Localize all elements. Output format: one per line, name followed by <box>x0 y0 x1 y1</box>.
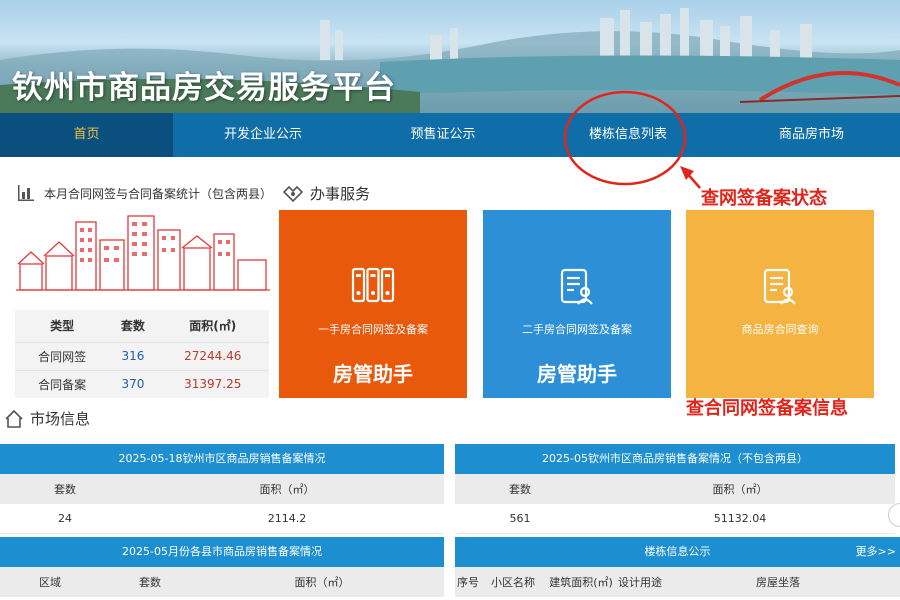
table-row: 561 51132.04 <box>455 504 895 534</box>
column-header: 建筑面积(㎡) <box>549 576 613 589</box>
row-count: 24 <box>58 512 72 525</box>
column-header: 区域 <box>39 576 61 589</box>
market-table-county: 2025-05月份各县市商品房销售备案情况 区域 套数 面积（㎡） <box>0 537 444 597</box>
table-row: 合同备案 370 31397.25 <box>15 369 269 398</box>
stats-table: 类型 套数 面积(㎡) 合同网签 316 27244.46 合同备案 370 3… <box>15 310 269 398</box>
market-heading: 市场信息 <box>4 408 90 429</box>
row-type: 合同备案 <box>15 369 110 398</box>
column-header: 房屋坐落 <box>756 576 800 589</box>
document-user-icon <box>686 268 874 306</box>
table-title: 楼栋信息公示 更多>> <box>455 537 900 567</box>
column-header: 套数 <box>139 576 161 589</box>
stats-heading: 本月合同网签与合同备案统计（包含两县） <box>16 183 272 203</box>
column-header: 序号 <box>457 576 479 589</box>
market-table-monthly: 2025-05钦州市区商品房销售备案情况（不包含两县） 套数 面积（㎡） 561… <box>455 444 895 534</box>
card-subtitle: 商品房合同查询 <box>741 323 819 336</box>
home-icon <box>5 409 23 428</box>
column-header: 套数 <box>54 483 76 496</box>
column-header: 套数 <box>120 319 145 334</box>
row-count: 561 <box>509 512 531 525</box>
row-area: 31397.25 <box>156 369 269 398</box>
column-header: 面积（㎡） <box>712 483 768 496</box>
card-title: 房管助手 <box>537 362 617 386</box>
row-count: 370 <box>109 369 157 398</box>
bar-chart-icon <box>18 185 34 201</box>
card-title: 房管助手 <box>333 362 413 386</box>
market-title: 市场信息 <box>30 410 91 428</box>
row-area: 27244.46 <box>156 341 269 370</box>
table-title: 2025-05钦州市区商品房销售备案情况（不包含两县） <box>455 444 895 474</box>
column-header: 类型 <box>50 319 75 334</box>
table-row: 24 2114.2 <box>0 504 444 534</box>
card-new-house-contract[interactable]: 一手房合同网签及备案 房管助手 <box>279 210 467 398</box>
binders-icon <box>279 266 467 304</box>
city-illustration <box>16 215 270 291</box>
column-header: 面积(㎡) <box>189 319 237 334</box>
market-table-daily: 2025-05-18钦州市区商品房销售备案情况 套数 面积（㎡） 24 2114… <box>0 444 444 534</box>
stats-title: 本月合同网签与合同备案统计（包含两县） <box>44 186 273 201</box>
annotation-circle-nav <box>563 90 687 186</box>
document-user-icon <box>483 268 671 306</box>
more-link[interactable]: 更多>> <box>856 537 896 567</box>
service-heading: 办事服务 <box>282 183 370 204</box>
service-title: 办事服务 <box>310 185 371 203</box>
card-subtitle: 一手房合同网签及备案 <box>318 323 428 336</box>
column-header: 面积（㎡） <box>259 483 315 496</box>
row-count: 316 <box>109 341 157 370</box>
building-info-table: 楼栋信息公示 更多>> 序号 小区名称 建筑面积(㎡) 设计用途 房屋坐落 <box>455 537 900 597</box>
table-title: 2025-05-18钦州市区商品房销售备案情况 <box>0 444 444 474</box>
annotation-status-text: 查网签备案状态 <box>701 188 827 209</box>
row-area: 51132.04 <box>713 512 767 525</box>
table-title-text: 楼栋信息公示 <box>644 545 711 558</box>
column-header: 套数 <box>509 483 531 496</box>
column-header: 面积（㎡） <box>294 576 350 589</box>
table-row: 合同网签 316 27244.46 <box>15 341 269 370</box>
card-commodity-contract-query[interactable]: 商品房合同查询 <box>686 210 874 398</box>
row-type: 合同网签 <box>15 341 110 370</box>
column-header: 设计用途 <box>618 576 662 589</box>
table-title: 2025-05月份各县市商品房销售备案情况 <box>0 537 444 567</box>
row-area: 2114.2 <box>267 512 307 525</box>
annotation-contract-text: 查合同网签备案信息 <box>686 398 848 419</box>
handshake-icon <box>282 185 304 202</box>
card-subtitle: 二手房合同网签及备案 <box>522 323 632 336</box>
card-second-hand-contract[interactable]: 二手房合同网签及备案 房管助手 <box>483 210 671 398</box>
column-header: 小区名称 <box>491 576 535 589</box>
